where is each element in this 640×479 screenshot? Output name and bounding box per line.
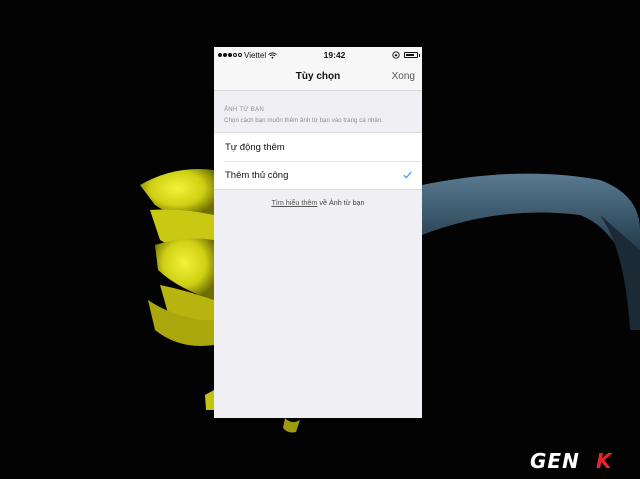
svg-text:GEN: GEN xyxy=(530,449,580,473)
done-button[interactable]: Xong xyxy=(392,71,415,82)
signal-dot xyxy=(238,53,242,57)
footer-text: về Ảnh từ bạn xyxy=(317,198,365,207)
battery-level xyxy=(406,54,414,56)
screen: Viettel 19:42 Tùy chọn Xong ẢNH TỪ BẠN C… xyxy=(0,0,640,479)
status-bar: Viettel 19:42 xyxy=(214,47,422,63)
orientation-lock-icon xyxy=(392,51,400,59)
wifi-icon xyxy=(268,51,277,59)
phone-screen: Viettel 19:42 Tùy chọn Xong ẢNH TỪ BẠN C… xyxy=(214,47,422,418)
signal-dot xyxy=(233,53,237,57)
learn-more-link[interactable]: Tìm hiểu thêm xyxy=(271,198,317,207)
option-auto-add[interactable]: Tự động thêm xyxy=(214,133,422,161)
option-label: Thêm thủ công xyxy=(225,169,289,181)
section-description: Chọn cách bạn muốn thêm ảnh từ bạn vào t… xyxy=(224,117,383,124)
checkmark-icon xyxy=(403,171,412,179)
option-manual-add[interactable]: Thêm thủ công xyxy=(214,161,422,189)
genk-logo: GEN K xyxy=(530,449,613,473)
status-time: 19:42 xyxy=(323,50,346,60)
signal-dot xyxy=(228,53,232,57)
status-left: Viettel xyxy=(218,51,277,60)
navigation-bar: Tùy chọn Xong xyxy=(214,63,422,91)
carrier-name: Viettel xyxy=(244,50,267,60)
section-header: ẢNH TỪ BẠN xyxy=(224,107,265,113)
battery-icon xyxy=(404,52,420,58)
signal-dot xyxy=(218,53,222,57)
options-list: Tự động thêm Thêm thủ công xyxy=(214,132,422,190)
option-label: Tự động thêm xyxy=(225,141,285,153)
status-right xyxy=(392,51,420,59)
svg-text:K: K xyxy=(596,449,613,473)
signal-dot xyxy=(223,53,227,57)
signal-strength-icon xyxy=(218,53,242,57)
learn-more-footer: Tìm hiểu thêm về Ảnh từ bạn xyxy=(214,190,422,207)
